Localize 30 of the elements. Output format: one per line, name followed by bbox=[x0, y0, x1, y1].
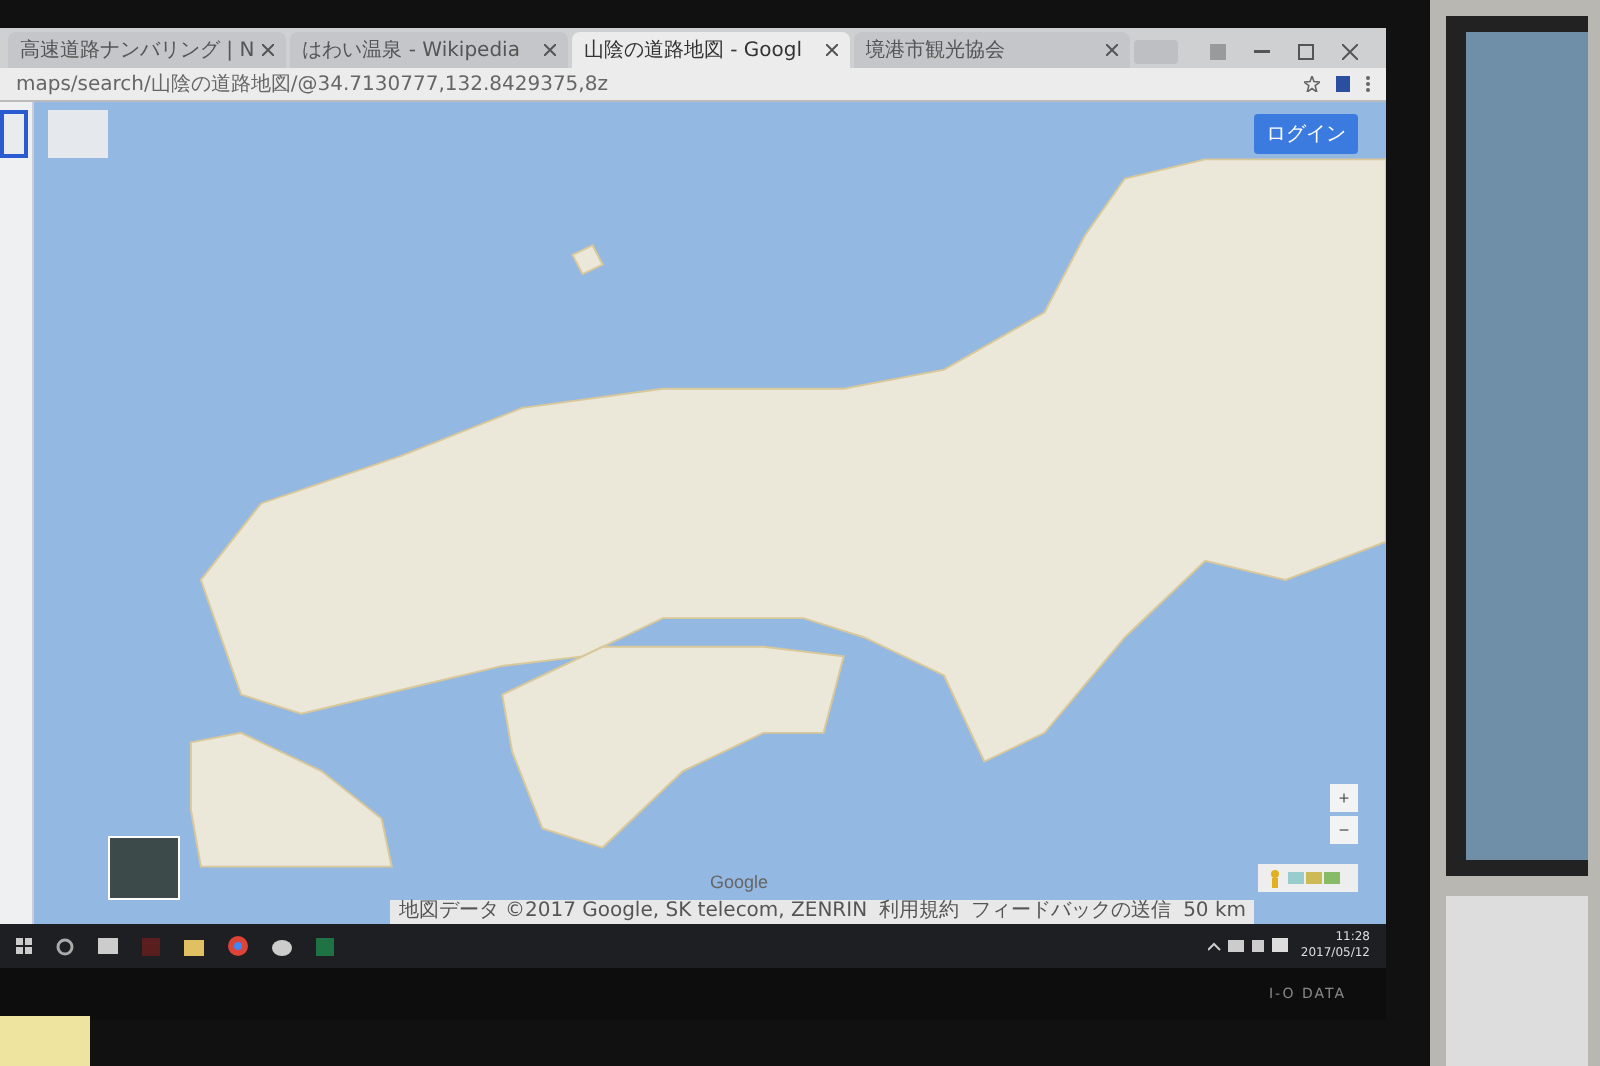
menu-button[interactable] bbox=[0, 110, 28, 158]
map-attribution: 地図データ ©2017 Google, SK telecom, ZENRIN bbox=[398, 900, 868, 924]
zoom-out-button[interactable]: − bbox=[1330, 816, 1358, 844]
close-icon[interactable] bbox=[543, 44, 556, 56]
satellite-thumbnail[interactable] bbox=[108, 836, 180, 900]
attribution-link[interactable]: 利用規約 bbox=[879, 900, 960, 924]
folder-icon[interactable] bbox=[184, 937, 204, 955]
login-button[interactable]: ログイン bbox=[1254, 114, 1358, 154]
browser-tab[interactable]: 高速道路ナンバリング | N bbox=[8, 32, 287, 68]
attribution-link[interactable]: 50 km bbox=[1183, 900, 1246, 924]
spreadsheet-app-icon[interactable] bbox=[316, 937, 334, 955]
attribution-link[interactable]: フィードバックの送信 bbox=[971, 900, 1172, 924]
close-icon[interactable] bbox=[825, 44, 838, 56]
close-icon[interactable] bbox=[1342, 44, 1358, 60]
maximize-icon[interactable] bbox=[1298, 44, 1314, 60]
paint-app-icon[interactable] bbox=[272, 937, 292, 955]
chrome-icon[interactable] bbox=[228, 936, 248, 956]
zoom-in-button[interactable]: + bbox=[1330, 784, 1358, 812]
star-icon[interactable] bbox=[1304, 76, 1320, 92]
browser-tab[interactable]: 山陰の道路地図 - Googl bbox=[571, 32, 850, 68]
search-icon[interactable] bbox=[56, 937, 74, 955]
google-logo: Google bbox=[710, 872, 769, 892]
browser-tab[interactable]: 境港市観光協会 bbox=[853, 32, 1131, 68]
browser-tab[interactable]: はわい温泉 - Wikipedia bbox=[290, 32, 568, 68]
close-icon[interactable] bbox=[1106, 44, 1119, 56]
minimize-icon[interactable] bbox=[1254, 50, 1270, 54]
windows-icon[interactable] bbox=[16, 938, 32, 954]
tray-icons[interactable] bbox=[1208, 938, 1289, 954]
sticky-note bbox=[0, 1016, 90, 1066]
close-icon[interactable] bbox=[262, 44, 275, 56]
